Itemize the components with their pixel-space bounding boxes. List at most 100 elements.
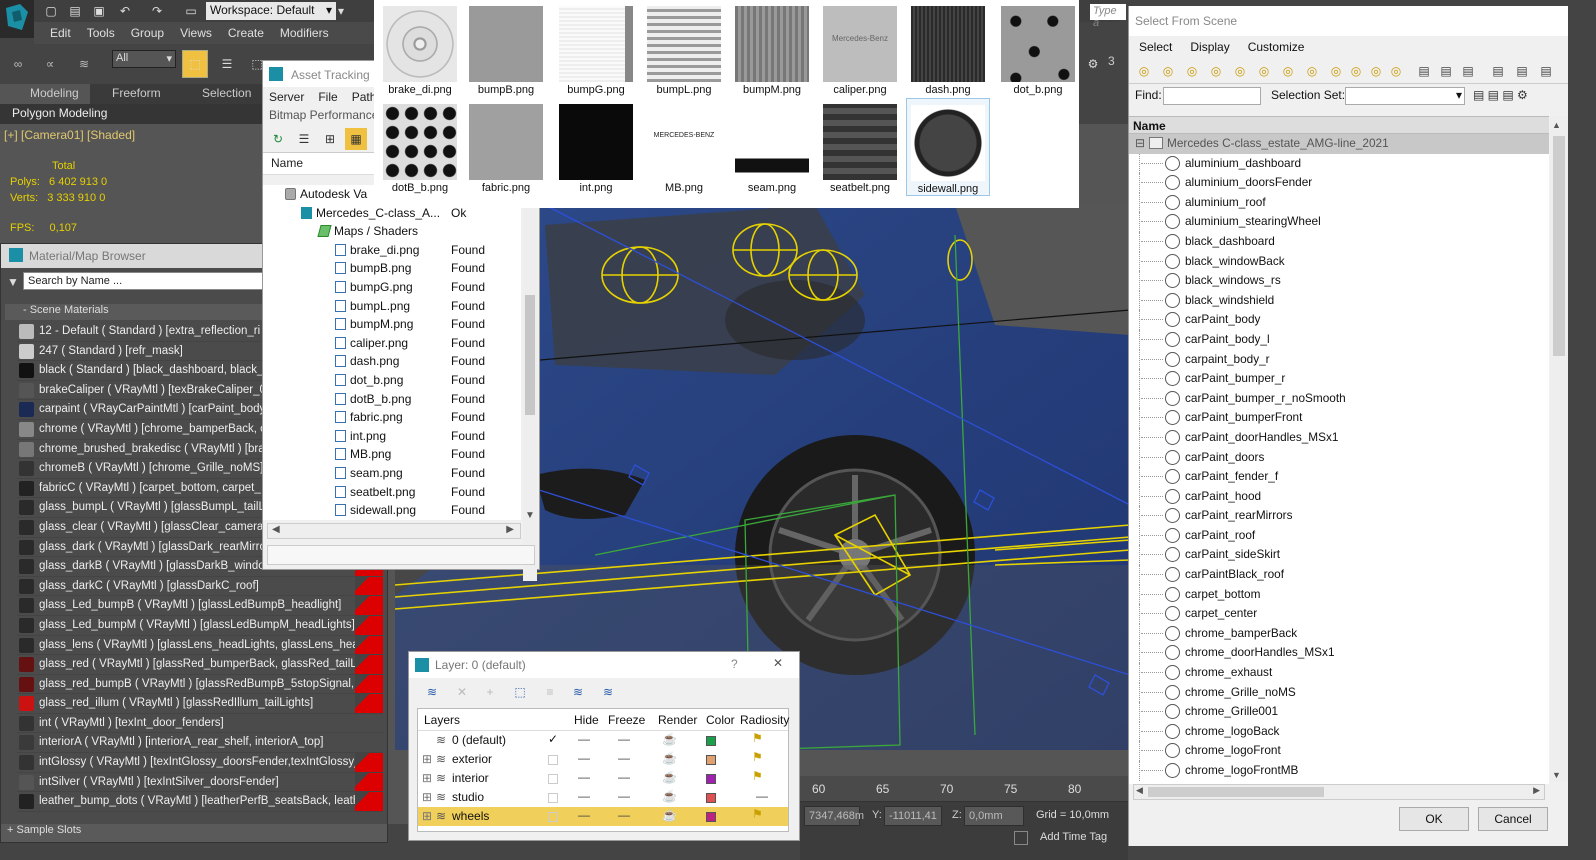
asset-row[interactable]: seatbelt.png Found bbox=[263, 483, 521, 502]
col-radiosity[interactable]: Radiosity bbox=[740, 713, 789, 727]
search-commands-input[interactable]: Type a bbox=[1090, 4, 1126, 29]
create-layer-icon[interactable]: ≋ bbox=[421, 681, 443, 703]
menu-group[interactable]: Group bbox=[131, 22, 164, 40]
asset-row[interactable]: dotB_b.png Found bbox=[263, 390, 521, 409]
hide-toggle-icon[interactable]: — bbox=[578, 789, 590, 803]
menu-tools[interactable]: Tools bbox=[87, 22, 115, 40]
scene-object-row[interactable]: aluminium_dashboard bbox=[1129, 153, 1549, 174]
select-object-icon[interactable]: ⬚ bbox=[182, 50, 208, 78]
scene-object-row[interactable]: black_windows_rs bbox=[1129, 271, 1549, 291]
set-current-checkbox[interactable] bbox=[548, 812, 558, 822]
hide-toggle-icon[interactable]: — bbox=[578, 751, 590, 765]
scene-object-row[interactable]: carPaint_doorHandles_MSx1 bbox=[1129, 427, 1549, 448]
redo-icon[interactable]: ↷ bbox=[146, 0, 168, 22]
scene-object-row[interactable]: chrome_logoBack bbox=[1129, 721, 1549, 742]
asset-row[interactable]: brake_di.png Found bbox=[263, 241, 521, 260]
vertical-scrollbar[interactable]: ▼ bbox=[523, 185, 537, 581]
scroll-left-icon[interactable]: ◀ bbox=[272, 524, 280, 535]
scene-object-row[interactable]: chrome_Grille001 bbox=[1129, 702, 1549, 722]
col-layers[interactable]: Layers bbox=[424, 713, 460, 727]
texture-thumbnail[interactable]: brake_di.png bbox=[378, 0, 462, 96]
render-teapot-icon[interactable]: ☕ bbox=[662, 808, 677, 822]
display-groups-icon[interactable]: ◎ bbox=[1277, 60, 1299, 82]
new-file-icon[interactable]: ▢ bbox=[40, 0, 62, 22]
viewport-label[interactable]: [+] [Camera01] [Shaded] bbox=[4, 128, 135, 142]
display-helpers-icon[interactable]: ◎ bbox=[1229, 60, 1251, 82]
current-layer-check-icon[interactable]: ✓ bbox=[548, 732, 558, 746]
material-item[interactable]: int ( VRayMtl ) [texInt_door_fenders] bbox=[17, 714, 383, 734]
layer-row[interactable]: ⊞ ≋ interior — — ☕ ⚑ bbox=[418, 769, 788, 788]
render-teapot-icon[interactable]: ☕ bbox=[662, 789, 677, 803]
layer-row[interactable]: ⊞ ≋ wheels — — ☕ ⚑ bbox=[418, 807, 788, 826]
hide-all-layers-icon[interactable]: ≋ bbox=[567, 681, 589, 703]
scene-object-row[interactable]: carPaint_body bbox=[1129, 310, 1549, 330]
asset-row[interactable]: int.png Found bbox=[263, 427, 521, 446]
menu-customize[interactable]: Customize bbox=[1248, 40, 1305, 54]
scene-object-row[interactable]: black_windowBack bbox=[1129, 251, 1549, 272]
freeze-toggle-icon[interactable]: — bbox=[618, 789, 630, 803]
options-menu-icon[interactable]: ▼ bbox=[7, 275, 19, 289]
render-teapot-icon[interactable]: ☕ bbox=[662, 770, 677, 784]
select-by-name-icon[interactable]: ☰ bbox=[214, 50, 240, 78]
col-render[interactable]: Render bbox=[658, 713, 697, 727]
vertical-scrollbar[interactable]: ▲ ▼ bbox=[1550, 116, 1568, 782]
asset-row[interactable]: seam.png Found bbox=[263, 464, 521, 483]
sample-slots-header[interactable]: + Sample Slots bbox=[1, 824, 387, 842]
radiosity-off-icon[interactable]: — bbox=[756, 789, 768, 803]
asset-row[interactable]: MB.png Found bbox=[263, 445, 521, 464]
undo-icon[interactable]: ↶ bbox=[114, 0, 136, 22]
collapse-icon[interactable]: ⊟ bbox=[1135, 134, 1145, 154]
radiosity-icon[interactable]: ⚑ bbox=[752, 769, 763, 783]
texture-thumbnail[interactable]: sidewall.png bbox=[906, 98, 990, 196]
selection-filter-dropdown[interactable]: All ▾ bbox=[112, 50, 176, 68]
cancel-button[interactable]: Cancel bbox=[1478, 807, 1548, 831]
menu-display[interactable]: Display bbox=[1190, 40, 1229, 54]
polygon-modeling-panel[interactable]: Polygon Modeling bbox=[0, 104, 270, 124]
menu-edit[interactable]: Edit bbox=[50, 22, 71, 40]
display-shapes-icon[interactable]: ◎ bbox=[1157, 60, 1179, 82]
asset-row[interactable]: bumpL.png Found bbox=[263, 297, 521, 316]
asset-row[interactable]: bumpB.png Found bbox=[263, 259, 521, 278]
layer-color-swatch[interactable] bbox=[706, 774, 716, 784]
display-bones-icon[interactable]: ◎ bbox=[1325, 60, 1347, 82]
asset-row[interactable]: sidewall.png Found bbox=[263, 501, 521, 520]
material-item[interactable]: glass_lens ( VRayMtl ) [glassLens_headLi… bbox=[17, 635, 383, 656]
material-item[interactable]: interiorA ( VRayMtl ) [interiorA_rear_sh… bbox=[17, 733, 383, 754]
save-icon[interactable]: ▣ bbox=[88, 0, 110, 22]
scene-object-row[interactable]: carpaint_body_r bbox=[1129, 349, 1549, 370]
hide-toggle-icon[interactable]: — bbox=[578, 770, 590, 784]
app-logo[interactable] bbox=[0, 0, 34, 38]
radiosity-icon[interactable]: ⚑ bbox=[752, 731, 763, 745]
tab-modeling[interactable]: Modeling bbox=[0, 84, 90, 104]
material-item[interactable]: intSilver ( VRayMtl ) [texIntSilver_door… bbox=[17, 772, 383, 793]
scene-object-row[interactable]: chrome_exhaust bbox=[1129, 663, 1549, 683]
unlink-icon[interactable]: ∝ bbox=[38, 52, 62, 76]
sync-selection-icon[interactable]: ▤ bbox=[1511, 60, 1533, 82]
select-scene-titlebar[interactable]: Select From Scene bbox=[1129, 6, 1568, 36]
freeze-all-layers-icon[interactable]: ≋ bbox=[597, 681, 619, 703]
scene-object-row[interactable]: carPaintBlack_roof bbox=[1129, 565, 1549, 585]
material-item[interactable]: glass_red_illum ( VRayMtl ) [glassRedIll… bbox=[17, 694, 383, 714]
menu-modifiers[interactable]: Modifiers bbox=[280, 22, 329, 40]
asset-row[interactable]: fabric.png Found bbox=[263, 408, 521, 427]
time-tag-icon[interactable] bbox=[1014, 831, 1028, 845]
scroll-right-icon[interactable]: ▶ bbox=[506, 524, 514, 535]
render-teapot-icon[interactable]: ☕ bbox=[662, 751, 677, 765]
display-frozen-icon[interactable]: ◎ bbox=[1365, 60, 1387, 82]
select-none-icon[interactable]: ▤ bbox=[1435, 60, 1457, 82]
options-icon[interactable]: ▤ bbox=[1535, 60, 1557, 82]
layer-row[interactable]: ⊞ ≋ studio — — ☕ — bbox=[418, 788, 788, 807]
scene-object-row[interactable]: chrome_doorHandles_MSx1 bbox=[1129, 643, 1549, 664]
material-item[interactable]: leather_bump_dots ( VRayMtl ) [leatherPe… bbox=[17, 792, 383, 812]
asset-row[interactable]: bumpG.png Found bbox=[263, 278, 521, 297]
col-hide[interactable]: Hide bbox=[574, 713, 599, 727]
expand-icon[interactable]: ⊞ bbox=[422, 809, 432, 823]
timeline-ruler[interactable]: 60 65 70 75 80 bbox=[800, 776, 1128, 802]
menu-server[interactable]: Server bbox=[269, 90, 304, 104]
display-geometry-icon[interactable]: ◎ bbox=[1133, 60, 1155, 82]
link-icon[interactable]: ∞ bbox=[6, 52, 30, 76]
freeze-toggle-icon[interactable]: — bbox=[618, 770, 630, 784]
scene-object-row[interactable]: chrome_logoFront bbox=[1129, 741, 1549, 761]
scroll-down-icon[interactable]: ▼ bbox=[525, 510, 535, 521]
texture-thumbnail[interactable]: int.png bbox=[554, 98, 638, 194]
